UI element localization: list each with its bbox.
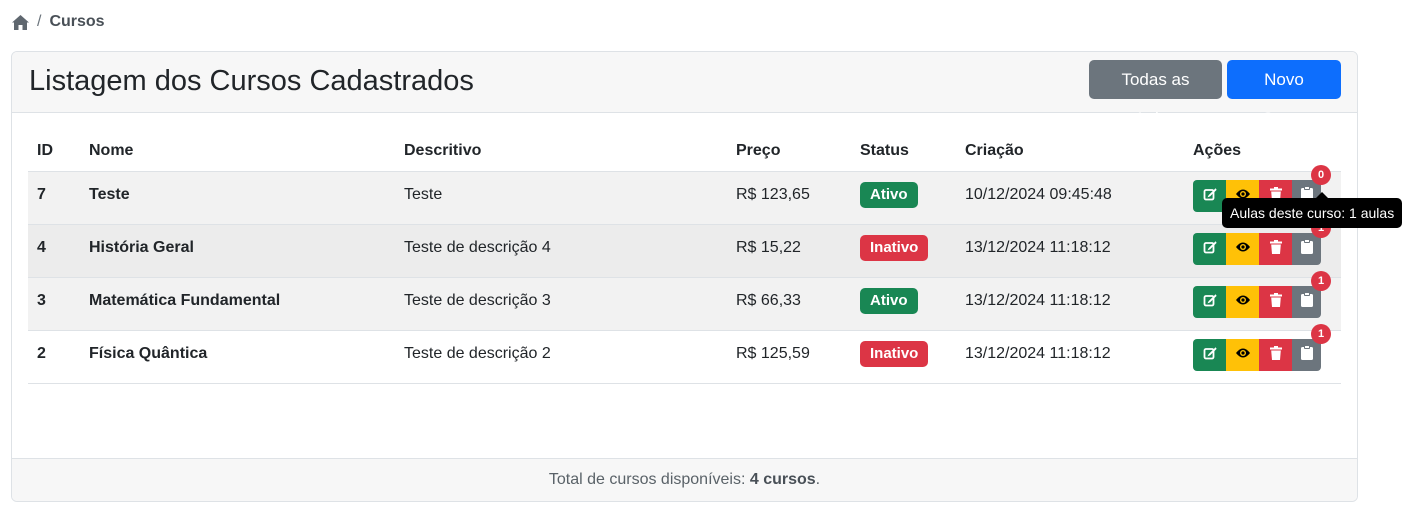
footer-suffix: .: [815, 471, 821, 488]
column-header-actions: Ações: [1193, 142, 1242, 159]
view-button[interactable]: [1226, 339, 1259, 371]
edit-icon: [1203, 240, 1217, 259]
card-header: Listagem dos Cursos Cadastrados Todas as…: [12, 52, 1357, 128]
delete-button[interactable]: [1259, 286, 1292, 318]
breadcrumb-separator: /: [37, 13, 42, 30]
clipboard-icon: [1300, 239, 1313, 259]
page-title: Listagem dos Cursos Cadastrados: [29, 65, 474, 97]
edit-button[interactable]: [1193, 286, 1226, 318]
row-actions: 1: [1193, 271, 1331, 318]
row-actions: 1: [1193, 324, 1331, 371]
cell-id: 4: [37, 239, 46, 256]
column-header-status: Status: [860, 142, 909, 159]
courses-table: ID Nome Descritivo Preço Status Criação …: [28, 130, 1341, 384]
edit-icon: [1203, 187, 1217, 206]
table-row: 4 História Geral Teste de descrição 4 R$…: [28, 218, 1341, 278]
cell-id: 3: [37, 292, 46, 309]
cell-name: Matemática Fundamental: [89, 292, 281, 309]
lessons-button[interactable]: 1: [1292, 324, 1331, 371]
status-badge: Inativo: [860, 341, 929, 367]
table-row: 2 Física Quântica Teste de descrição 2 R…: [28, 324, 1341, 384]
view-button[interactable]: [1226, 233, 1259, 265]
status-badge: Ativo: [860, 288, 918, 314]
edit-icon: [1203, 346, 1217, 365]
breadcrumb: / Cursos: [11, 11, 105, 33]
eye-icon: [1235, 346, 1251, 364]
column-header-description: Descritivo: [404, 142, 482, 159]
all-lessons-button[interactable]: Todas as Aulas: [1089, 60, 1222, 128]
clipboard-icon: [1300, 345, 1313, 365]
clipboard-icon: [1300, 292, 1313, 312]
cell-price: R$ 15,22: [736, 239, 801, 256]
card-footer: Total de cursos disponíveis: 4 cursos.: [12, 458, 1357, 501]
table-row: 3 Matemática Fundamental Teste de descri…: [28, 271, 1341, 331]
lessons-count-badge: 1: [1311, 271, 1331, 291]
cell-description: Teste: [404, 186, 443, 203]
column-header-name: Nome: [89, 142, 134, 159]
cell-price: R$ 66,33: [736, 292, 801, 309]
cell-name: Teste: [89, 186, 130, 203]
eye-icon: [1235, 240, 1251, 258]
cell-name: História Geral: [89, 239, 194, 256]
lessons-count-badge: 0: [1311, 165, 1331, 185]
new-course-button[interactable]: Novo Curso: [1227, 60, 1341, 128]
course-count: 4 cursos: [749, 471, 816, 488]
column-header-price: Preço: [736, 142, 781, 159]
row-actions: 1: [1193, 218, 1331, 265]
delete-button[interactable]: [1259, 339, 1292, 371]
cell-created: 10/12/2024 09:45:48: [965, 186, 1112, 203]
cell-description: Teste de descrição 4: [404, 239, 551, 256]
edit-button[interactable]: [1193, 233, 1226, 265]
cell-id: 7: [37, 186, 46, 203]
courses-card: Listagem dos Cursos Cadastrados Todas as…: [11, 51, 1358, 502]
status-badge: Ativo: [860, 182, 918, 208]
cell-price: R$ 123,65: [736, 186, 810, 203]
view-button[interactable]: [1226, 286, 1259, 318]
edit-button[interactable]: [1193, 339, 1226, 371]
cell-id: 2: [37, 345, 46, 362]
cell-price: R$ 125,59: [736, 345, 810, 362]
trash-icon: [1269, 239, 1282, 259]
cell-created: 13/12/2024 11:18:12: [965, 239, 1111, 256]
table-row: 7 Teste Teste R$ 123,65 Ativo 10/12/2024…: [28, 165, 1341, 225]
trash-icon: [1269, 292, 1282, 312]
cell-description: Teste de descrição 2: [404, 345, 551, 362]
table-header: ID Nome Descritivo Preço Status Criação …: [28, 130, 1341, 172]
home-icon[interactable]: [11, 14, 30, 31]
status-badge: Inativo: [860, 235, 929, 261]
cell-description: Teste de descrição 3: [404, 292, 551, 309]
lessons-tooltip: Aulas deste curso: 1 aulas: [1222, 192, 1403, 228]
cell-name: Física Quântica: [89, 345, 208, 362]
lessons-button[interactable]: 1: [1292, 271, 1331, 318]
lessons-button[interactable]: 1: [1292, 218, 1331, 265]
cell-created: 13/12/2024 11:18:12: [965, 292, 1111, 309]
breadcrumb-current: Cursos: [49, 13, 105, 30]
column-header-created: Criação: [965, 142, 1024, 159]
edit-icon: [1203, 293, 1217, 312]
footer-text: Total de cursos disponíveis:: [548, 471, 750, 488]
lessons-count-badge: 1: [1311, 324, 1331, 344]
cell-created: 13/12/2024 11:18:12: [965, 345, 1111, 362]
column-header-id: ID: [37, 142, 53, 159]
eye-icon: [1235, 293, 1251, 311]
delete-button[interactable]: [1259, 233, 1292, 265]
trash-icon: [1269, 345, 1282, 365]
